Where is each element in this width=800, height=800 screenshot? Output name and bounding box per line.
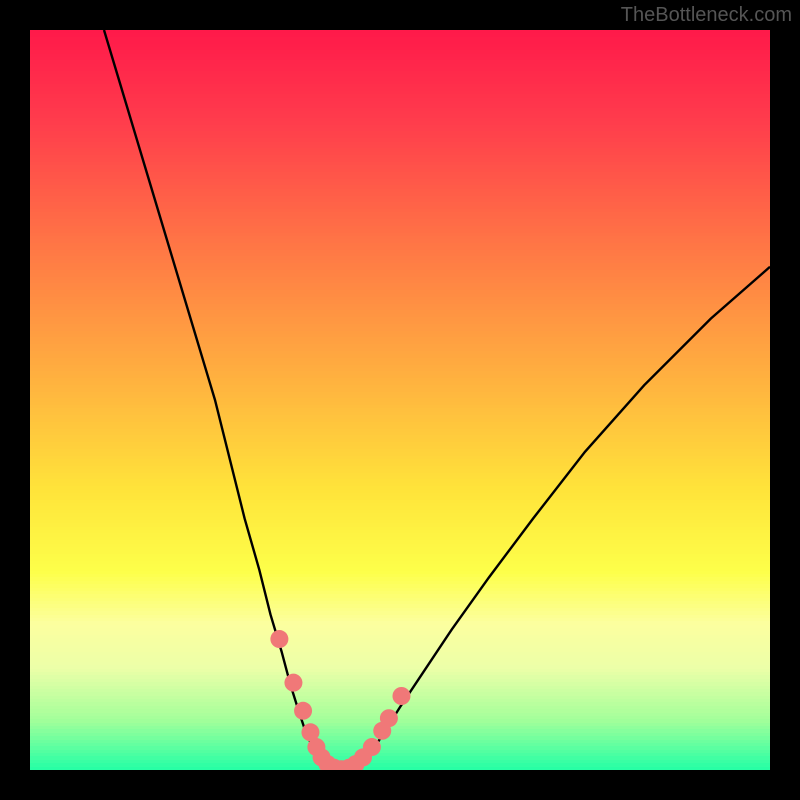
series-left-curve bbox=[104, 30, 323, 763]
highlight-dot bbox=[392, 687, 410, 705]
highlight-dot bbox=[363, 738, 381, 756]
plot-area bbox=[30, 30, 770, 770]
chart-svg bbox=[30, 30, 770, 770]
highlight-dot bbox=[294, 702, 312, 720]
highlight-dot bbox=[284, 674, 302, 692]
highlight-dot bbox=[380, 709, 398, 727]
dots-group bbox=[270, 630, 410, 770]
watermark: TheBottleneck.com bbox=[621, 4, 792, 27]
highlight-dot bbox=[270, 630, 288, 648]
series-right-curve bbox=[363, 267, 770, 763]
curve-group bbox=[104, 30, 770, 770]
